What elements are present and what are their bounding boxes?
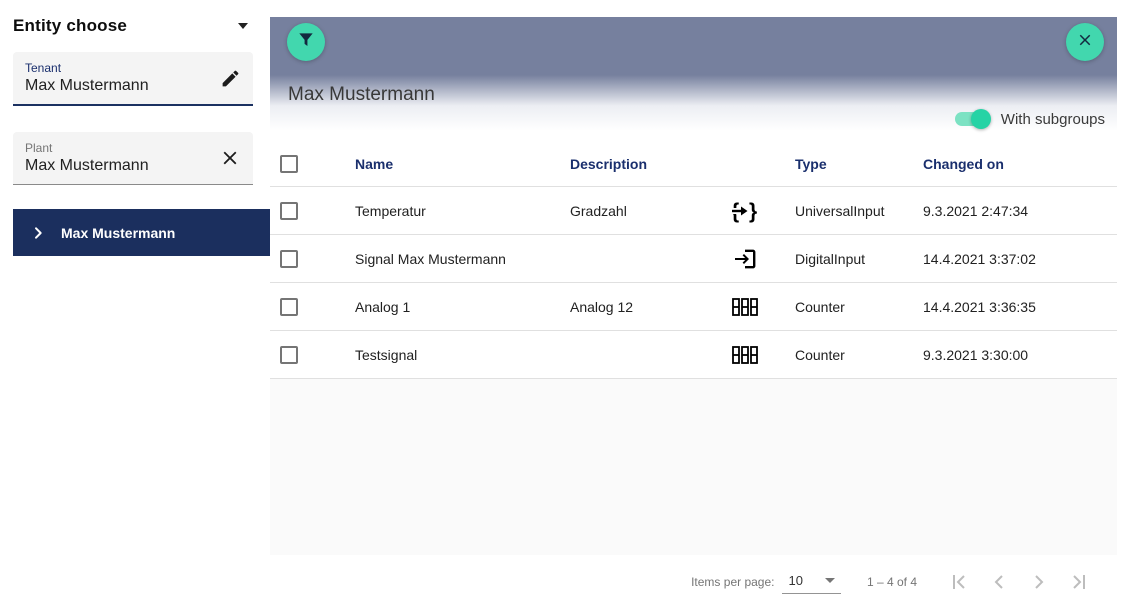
signals-table: Name Description Type Changed on Tempera… — [270, 141, 1117, 379]
cell-name: Analog 1 — [355, 299, 570, 315]
row-checkbox[interactable] — [280, 202, 298, 220]
subgroups-label: With subgroups — [1001, 111, 1105, 128]
close-icon — [1076, 31, 1094, 54]
chevron-right-icon — [1027, 570, 1051, 594]
select-all-checkbox[interactable] — [280, 155, 298, 173]
plant-value: Max Mustermann — [25, 157, 209, 175]
row-checkbox[interactable] — [280, 346, 298, 364]
select-caret-icon — [825, 578, 835, 583]
last-page-icon — [1067, 570, 1091, 594]
panel-title: Max Mustermann — [288, 84, 1117, 106]
sidebar-header: Entity choose — [13, 16, 248, 36]
page-range-label: 1 – 4 of 4 — [867, 575, 917, 589]
last-page-button[interactable] — [1059, 562, 1099, 602]
cell-name: Testsignal — [355, 347, 570, 363]
col-header-type: Type — [795, 156, 923, 172]
cell-description: Analog 12 — [570, 299, 695, 315]
collapse-caret-icon[interactable] — [238, 23, 248, 29]
subgroups-toggle[interactable] — [955, 109, 991, 129]
svg-text:}: } — [749, 200, 757, 223]
cell-description: Gradzahl — [570, 203, 695, 219]
cell-changed-on: 14.4.2021 3:36:35 — [923, 299, 1117, 315]
tenant-field: Tenant Max Mustermann — [13, 52, 253, 106]
close-button[interactable] — [1066, 23, 1104, 61]
filter-icon — [296, 30, 316, 55]
filter-button[interactable] — [287, 23, 325, 61]
counter-icon — [695, 344, 795, 366]
cell-changed-on: 9.3.2021 2:47:34 — [923, 203, 1117, 219]
table-empty-area — [270, 379, 1117, 555]
cell-type: Counter — [795, 299, 923, 315]
page-size-value: 10 — [788, 573, 802, 588]
toggle-knob — [971, 109, 991, 129]
universal-input-icon: { } — [695, 198, 795, 224]
chevron-left-icon — [987, 570, 1011, 594]
plant-field: Plant Max Mustermann — [13, 132, 253, 185]
cell-changed-on: 14.4.2021 3:37:02 — [923, 251, 1117, 267]
table-row: Testsignal Counter 9.3.2021 3:30:00 — [270, 331, 1117, 379]
counter-icon — [695, 296, 795, 318]
tree-item-label: Max Mustermann — [61, 225, 175, 241]
cell-changed-on: 9.3.2021 3:30:00 — [923, 347, 1117, 363]
sidebar-title: Entity choose — [13, 16, 127, 36]
tenant-value: Max Mustermann — [25, 77, 209, 95]
tenant-label: Tenant — [25, 61, 209, 75]
page-size-select[interactable]: 10 — [782, 570, 840, 594]
plant-label: Plant — [25, 141, 209, 155]
items-per-page-label: Items per page: — [691, 575, 774, 589]
cell-name: Temperatur — [355, 203, 570, 219]
cell-type: UniversalInput — [795, 203, 923, 219]
first-page-icon — [947, 570, 971, 594]
col-header-description: Description — [570, 156, 695, 172]
subgroups-control: With subgroups — [955, 109, 1105, 129]
first-page-button[interactable] — [939, 562, 979, 602]
clear-icon[interactable] — [217, 145, 243, 171]
entity-sidebar: Entity choose Tenant Max Mustermann Plan… — [0, 0, 270, 609]
col-header-changed-on: Changed on — [923, 156, 1117, 172]
table-row: Signal Max Mustermann DigitalInput 14.4.… — [270, 235, 1117, 283]
paginator: Items per page: 10 1 – 4 of 4 — [270, 555, 1117, 609]
next-page-button[interactable] — [1019, 562, 1059, 602]
edit-icon[interactable] — [217, 65, 243, 91]
pager-buttons — [939, 562, 1099, 602]
row-checkbox[interactable] — [280, 298, 298, 316]
table-row: Analog 1 Analog 12 Counter 14.4.2021 3:3… — [270, 283, 1117, 331]
previous-page-button[interactable] — [979, 562, 1019, 602]
table-header-row: Name Description Type Changed on — [270, 141, 1117, 187]
row-checkbox[interactable] — [280, 250, 298, 268]
cell-type: DigitalInput — [795, 251, 923, 267]
signals-panel: Max Mustermann With subgroups Name Descr… — [270, 17, 1117, 609]
cell-name: Signal Max Mustermann — [355, 251, 570, 267]
panel-topbar — [270, 17, 1117, 75]
sidebar-item-max-mustermann[interactable]: Max Mustermann — [13, 209, 270, 256]
cell-type: Counter — [795, 347, 923, 363]
col-header-name: Name — [355, 156, 570, 172]
chevron-right-icon — [30, 225, 46, 241]
digital-input-icon — [695, 247, 795, 271]
table-row: Temperatur Gradzahl { } UniversalInput 9… — [270, 187, 1117, 235]
